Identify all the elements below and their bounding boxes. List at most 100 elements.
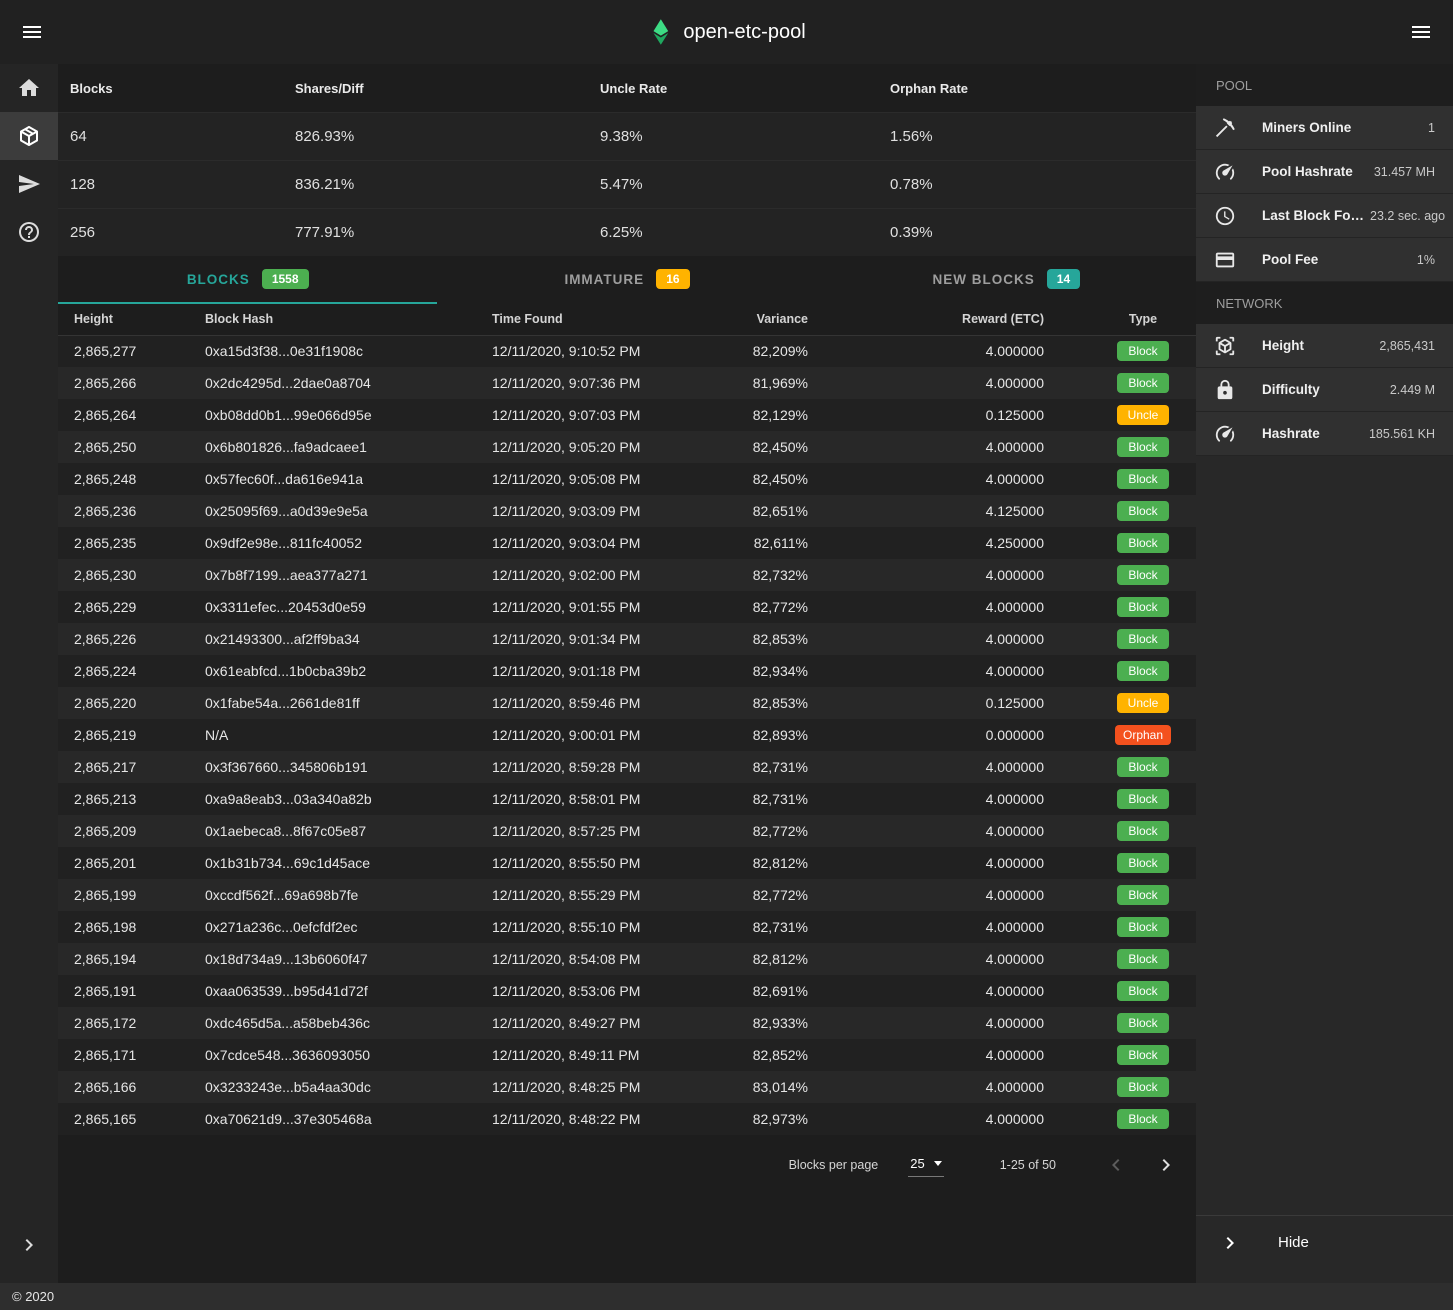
variance-cell: 82,772% xyxy=(734,591,854,623)
block-hash-cell: 0x3233243e...b5a4aa30dc xyxy=(189,1071,476,1103)
nav-payments-icon[interactable] xyxy=(0,160,58,208)
per-page-select[interactable]: 25 xyxy=(908,1154,943,1177)
table-row: 2,865,2170x3f367660...345806b19112/11/20… xyxy=(58,751,1196,783)
type-cell: Block xyxy=(1090,559,1196,591)
stat-item: Hashrate185.561 KH xyxy=(1196,412,1453,456)
table-row: 2,865,2240x61eabfcd...1b0cba39b212/11/20… xyxy=(58,655,1196,687)
variance-cell: 82,853% xyxy=(734,623,854,655)
pickaxe-icon xyxy=(1214,117,1236,139)
footer: © 2020 xyxy=(0,1283,1453,1310)
time-found-cell: 12/11/2020, 8:49:11 PM xyxy=(476,1039,734,1071)
block-hash-cell: 0x61eabfcd...1b0cba39b2 xyxy=(189,655,476,687)
reward-cell: 0.125000 xyxy=(854,399,1090,431)
nav-help-icon[interactable] xyxy=(0,208,58,256)
type-badge: Block xyxy=(1117,661,1169,681)
time-found-cell: 12/11/2020, 8:54:08 PM xyxy=(476,943,734,975)
type-badge: Uncle xyxy=(1117,405,1169,425)
tab-label: NEW BLOCKS xyxy=(933,272,1035,287)
stats-col-shares-diff: Shares/Diff xyxy=(295,81,600,96)
stat-label: Difficulty xyxy=(1262,382,1320,397)
tab-new-blocks[interactable]: NEW BLOCKS14 xyxy=(817,256,1196,304)
time-found-cell: 12/11/2020, 9:01:55 PM xyxy=(476,591,734,623)
type-cell: Block xyxy=(1090,527,1196,559)
height-cell: 2,865,248 xyxy=(58,463,189,495)
nav-blocks-icon[interactable] xyxy=(0,112,58,160)
stats-value: 64 xyxy=(70,128,295,145)
table-row: 2,865,2200x1fabe54a...2661de81ff12/11/20… xyxy=(58,687,1196,719)
stats-col-blocks: Blocks xyxy=(70,81,295,96)
type-badge: Block xyxy=(1117,917,1169,937)
height-cell: 2,865,166 xyxy=(58,1071,189,1103)
luck-stats-header: Blocks Shares/Diff Uncle Rate Orphan Rat… xyxy=(58,64,1196,112)
time-found-cell: 12/11/2020, 8:55:10 PM xyxy=(476,911,734,943)
stats-row: 128836.21%5.47%0.78% xyxy=(58,160,1196,208)
blocks-table-header-row: Height Block Hash Time Found Variance Re… xyxy=(58,304,1196,335)
table-row: 2,865,2290x3311efec...20453d0e5912/11/20… xyxy=(58,591,1196,623)
variance-cell: 82,893% xyxy=(734,719,854,751)
time-found-cell: 12/11/2020, 8:53:06 PM xyxy=(476,975,734,1007)
tab-blocks[interactable]: BLOCKS1558 xyxy=(58,256,437,304)
time-found-cell: 12/11/2020, 9:07:03 PM xyxy=(476,399,734,431)
block-hash-cell: 0x1aebeca8...8f67c05e87 xyxy=(189,815,476,847)
time-found-cell: 12/11/2020, 9:05:08 PM xyxy=(476,463,734,495)
rail-expand-chevron-icon[interactable] xyxy=(0,1221,58,1269)
network-section-title: NETWORK xyxy=(1196,282,1453,324)
stats-value: 777.91% xyxy=(295,224,600,241)
variance-cell: 82,731% xyxy=(734,751,854,783)
tab-count-badge: 1558 xyxy=(262,269,309,289)
right-stats-panel: POOL Miners Online1Pool Hashrate31.457 M… xyxy=(1196,64,1453,1283)
stats-value: 9.38% xyxy=(600,128,890,145)
stat-label: Pool Fee xyxy=(1262,252,1318,267)
stats-value: 826.93% xyxy=(295,128,600,145)
stats-rows: 64826.93%9.38%1.56%128836.21%5.47%0.78%2… xyxy=(58,112,1196,256)
page-title: open-etc-pool xyxy=(683,21,805,44)
tab-immature[interactable]: IMMATURE16 xyxy=(437,256,816,304)
hide-panel-button[interactable]: Hide xyxy=(1196,1215,1453,1269)
nav-home-icon[interactable] xyxy=(0,64,58,112)
table-row: 2,865,2350x9df2e98e...811fc4005212/11/20… xyxy=(58,527,1196,559)
type-cell: Orphan xyxy=(1090,719,1196,751)
time-found-cell: 12/11/2020, 9:03:09 PM xyxy=(476,495,734,527)
type-cell: Block xyxy=(1090,431,1196,463)
height-cell: 2,865,201 xyxy=(58,847,189,879)
variance-cell: 82,731% xyxy=(734,911,854,943)
col-header-time-found: Time Found xyxy=(476,304,734,335)
blocks-per-page-label: Blocks per page xyxy=(789,1158,879,1172)
type-cell: Block xyxy=(1090,1103,1196,1135)
height-cell: 2,865,224 xyxy=(58,655,189,687)
height-cell: 2,865,172 xyxy=(58,1007,189,1039)
reward-cell: 4.000000 xyxy=(854,975,1090,1007)
time-found-cell: 12/11/2020, 8:58:01 PM xyxy=(476,783,734,815)
height-cell: 2,865,220 xyxy=(58,687,189,719)
left-menu-icon[interactable] xyxy=(20,20,44,44)
block-hash-cell: 0x1b31b734...69c1d45ace xyxy=(189,847,476,879)
variance-cell: 82,209% xyxy=(734,335,854,367)
height-cell: 2,865,171 xyxy=(58,1039,189,1071)
stats-col-orphan-rate: Orphan Rate xyxy=(890,81,1196,96)
next-page-icon[interactable] xyxy=(1154,1153,1178,1177)
time-found-cell: 12/11/2020, 8:49:27 PM xyxy=(476,1007,734,1039)
stats-value: 0.39% xyxy=(890,224,1196,241)
table-row: 2,865,2260x21493300...af2ff9ba3412/11/20… xyxy=(58,623,1196,655)
left-nav-rail xyxy=(0,64,58,1283)
stat-item: Pool Hashrate31.457 MH xyxy=(1196,150,1453,194)
variance-cell: 82,732% xyxy=(734,559,854,591)
top-bar: open-etc-pool xyxy=(0,0,1453,64)
table-row: 2,865,2770xa15d3f38...0e31f1908c12/11/20… xyxy=(58,335,1196,367)
previous-page-icon[interactable] xyxy=(1104,1153,1128,1177)
right-menu-icon[interactable] xyxy=(1409,20,1433,44)
block-hash-cell: 0x18d734a9...13b6060f47 xyxy=(189,943,476,975)
network-items: Height2,865,431Difficulty2.449 MHashrate… xyxy=(1196,324,1453,456)
block-hash-cell: 0x25095f69...a0d39e9e5a xyxy=(189,495,476,527)
block-hash-cell: 0x1fabe54a...2661de81ff xyxy=(189,687,476,719)
type-cell: Block xyxy=(1090,655,1196,687)
block-hash-cell: 0x9df2e98e...811fc40052 xyxy=(189,527,476,559)
reward-cell: 4.000000 xyxy=(854,847,1090,879)
stat-item: Difficulty2.449 M xyxy=(1196,368,1453,412)
variance-cell: 82,772% xyxy=(734,879,854,911)
reward-cell: 4.000000 xyxy=(854,1103,1090,1135)
reward-cell: 0.000000 xyxy=(854,719,1090,751)
col-header-height: Height xyxy=(58,304,189,335)
type-badge: Block xyxy=(1117,1109,1169,1129)
block-hash-cell: 0x3311efec...20453d0e59 xyxy=(189,591,476,623)
